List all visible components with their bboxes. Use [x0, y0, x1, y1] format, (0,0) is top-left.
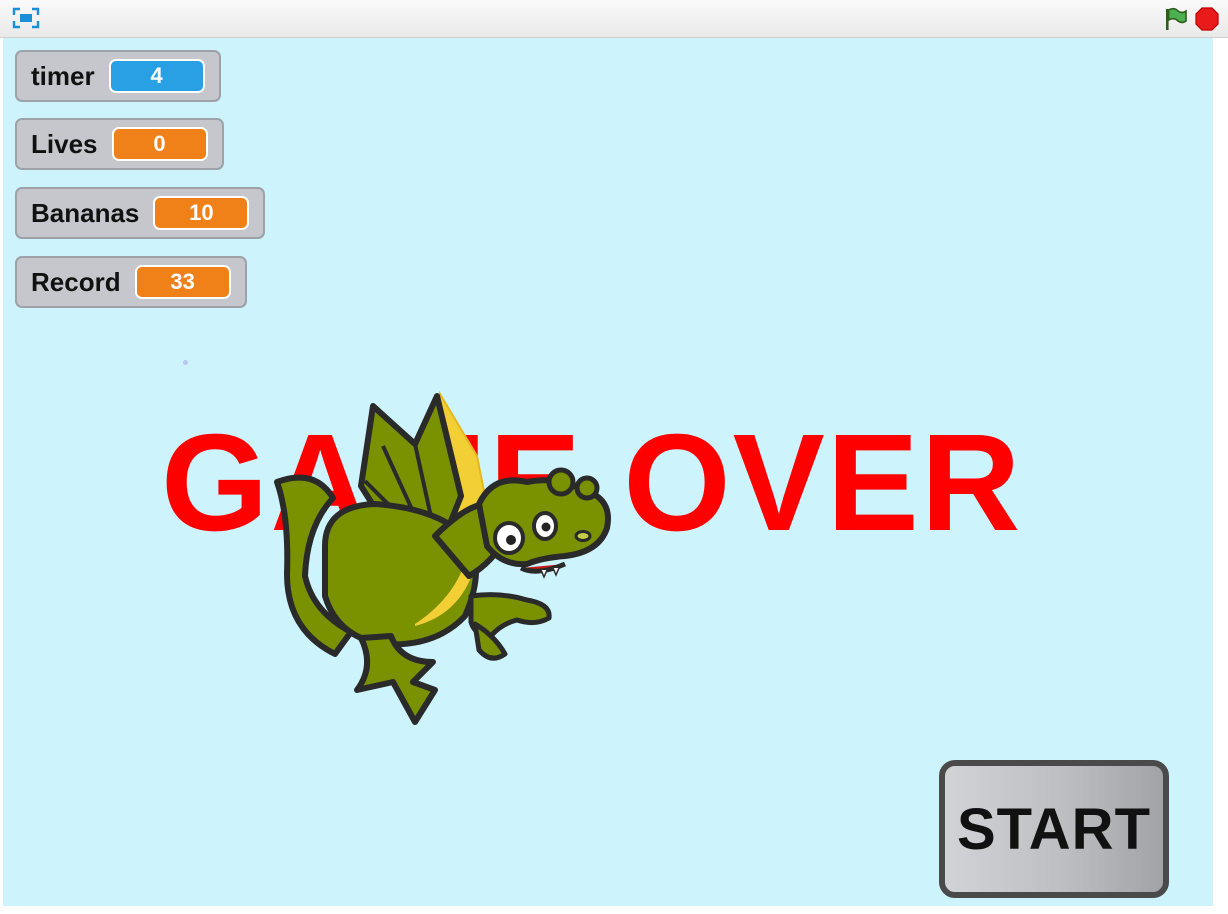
- green-flag-icon[interactable]: [1162, 6, 1188, 32]
- game-stage[interactable]: timer 4 Lives 0 Bananas 10 Record 33 GAM…: [3, 38, 1213, 906]
- stage-dot: [183, 360, 188, 365]
- record-monitor: Record 33: [15, 256, 247, 308]
- record-value: 33: [134, 265, 231, 299]
- bananas-value: 10: [153, 196, 250, 230]
- stage-toolbar: [0, 0, 1228, 38]
- lives-value: 0: [111, 127, 208, 161]
- start-button-label: START: [956, 796, 1151, 862]
- record-label: Record: [31, 266, 121, 297]
- timer-value: 4: [108, 59, 205, 93]
- dragon-sprite[interactable]: [265, 386, 625, 726]
- timer-label: timer: [31, 60, 95, 91]
- bananas-label: Bananas: [31, 197, 140, 228]
- fullscreen-icon[interactable]: [12, 6, 40, 30]
- lives-monitor: Lives 0: [15, 118, 224, 170]
- stop-icon[interactable]: [1194, 6, 1220, 32]
- start-button[interactable]: START: [939, 760, 1169, 898]
- bananas-monitor: Bananas 10: [15, 187, 266, 239]
- lives-label: Lives: [31, 128, 98, 159]
- timer-monitor: timer 4: [15, 50, 221, 102]
